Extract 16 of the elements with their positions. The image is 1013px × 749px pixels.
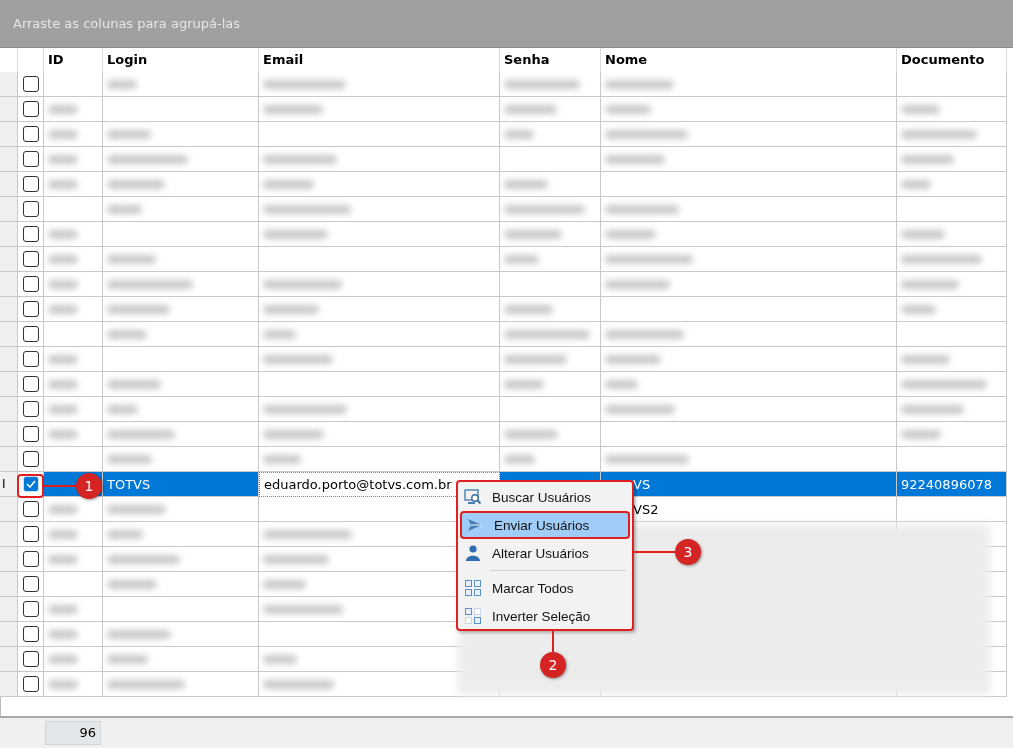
column-header[interactable]: ID bbox=[44, 48, 103, 72]
table-cell: 92240896078 bbox=[897, 472, 1007, 497]
row-header: I bbox=[0, 472, 18, 497]
column-header[interactable]: Senha bbox=[500, 48, 601, 72]
column-header[interactable]: Login bbox=[103, 48, 259, 72]
column-header[interactable]: Email bbox=[259, 48, 500, 72]
menu-item[interactable]: Inverter Seleção bbox=[460, 602, 630, 630]
menu-item[interactable]: Marcar Todos bbox=[460, 574, 630, 602]
column-header[interactable]: Documento bbox=[897, 48, 1007, 72]
column-header[interactable]: Nome bbox=[601, 48, 897, 72]
record-count: 96 bbox=[45, 721, 101, 745]
table-cell[interactable]: TOTVS bbox=[103, 472, 259, 497]
menu-item[interactable]: Alterar Usuários bbox=[460, 539, 630, 567]
table-cell: VS bbox=[601, 472, 897, 497]
menu-item[interactable]: Enviar Usuários bbox=[460, 511, 630, 539]
group-hint: Arraste as colunas para agrupá-las bbox=[13, 16, 240, 31]
